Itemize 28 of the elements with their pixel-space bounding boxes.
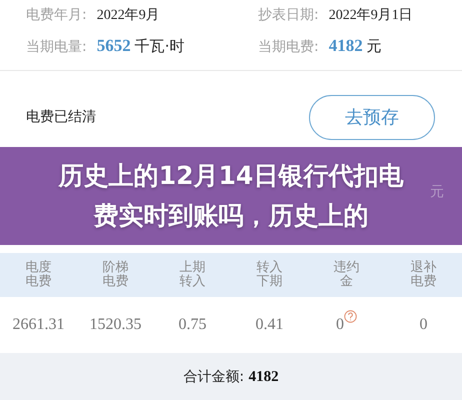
field-value: 2022年9月 <box>96 6 160 24</box>
unit-label: 元 <box>366 37 382 55</box>
column-header: 转入下期 <box>256 261 282 289</box>
table-cell: 1520.35 <box>90 316 142 334</box>
field-label: 抄表日期: <box>258 6 319 24</box>
unit-label: 千瓦·时 <box>134 37 184 55</box>
status-text: 电费已结清 <box>26 108 96 126</box>
banner-title: 历史上的12月14日银行代扣电费实时到账吗，历史上的 <box>57 160 404 232</box>
column-header: 阶梯电费 <box>102 261 128 289</box>
field-label: 电费年月: <box>26 6 87 24</box>
field-label: 当期电费: <box>258 38 319 56</box>
unit-label: 元 <box>430 183 444 201</box>
help-icon[interactable] <box>344 310 357 323</box>
table-cell: 0 <box>420 316 428 334</box>
total-amount: 合计金额: 4182 <box>183 368 279 386</box>
field-label: 当期电量: <box>26 38 87 56</box>
table-cell: 2661.31 <box>12 316 64 334</box>
field-value: 2022年9月1日 <box>328 6 413 24</box>
table-cell: 0 <box>336 316 357 334</box>
table-cell: 0.75 <box>178 316 206 334</box>
column-header: 违约金 <box>334 261 360 289</box>
column-header: 电度电费 <box>26 261 52 289</box>
table-cell: 0.41 <box>256 316 284 334</box>
field-value: 5652 <box>96 36 131 55</box>
field-value: 4182 <box>328 36 363 55</box>
column-header: 退补电费 <box>410 261 436 289</box>
column-header: 上期转入 <box>180 261 206 289</box>
prepay-button[interactable]: 去预存 <box>309 94 435 140</box>
